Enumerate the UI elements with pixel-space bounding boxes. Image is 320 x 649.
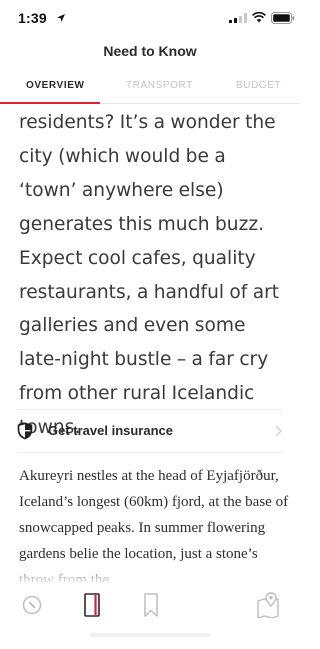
- overview-paragraph: residents? It’s a wonder the city (which…: [19, 112, 280, 439]
- compass-icon[interactable]: [20, 592, 44, 618]
- bookmark-icon[interactable]: [139, 592, 163, 618]
- travel-insurance-link[interactable]: Get travel insurance: [17, 409, 283, 453]
- tab-budget[interactable]: BUDGET: [236, 80, 281, 91]
- guidebook-icon[interactable]: [80, 592, 104, 618]
- location-arrow-icon: [57, 14, 65, 22]
- chevron-right-icon: [275, 425, 282, 437]
- status-time: 1:39: [18, 10, 47, 26]
- wifi-icon: [252, 12, 266, 23]
- tab-transport[interactable]: TRANSPORT: [126, 80, 193, 91]
- map-pin-icon[interactable]: [256, 592, 280, 618]
- insurance-label: Get travel insurance: [48, 423, 173, 438]
- status-bar: 1:39: [0, 0, 300, 38]
- active-tab-indicator: [0, 102, 100, 104]
- tab-bar: OVERVIEW TRANSPORT BUDGET: [0, 72, 300, 104]
- bottom-nav: [0, 582, 300, 649]
- cellular-signal-icon: [229, 13, 247, 23]
- tab-overview[interactable]: OVERVIEW: [26, 80, 85, 91]
- home-indicator[interactable]: [90, 633, 210, 637]
- battery-icon: [271, 12, 295, 24]
- page-title: Need to Know: [103, 43, 197, 59]
- shield-icon: [17, 422, 33, 440]
